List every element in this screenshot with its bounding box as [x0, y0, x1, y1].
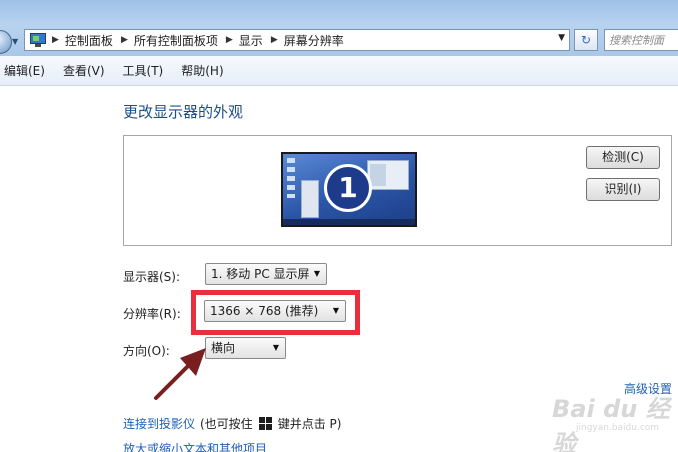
resolution-highlight-box — [191, 290, 360, 335]
orientation-select[interactable]: 横向 ▼ — [205, 337, 286, 359]
baidu-watermark: Bai du 经验 jingyan.baidu.com — [548, 385, 676, 452]
connect-projector-link[interactable]: 连接到投影仪 — [123, 415, 195, 432]
window-title-bar — [0, 0, 678, 26]
display-label: 显示器(S): — [123, 270, 181, 284]
menu-edit[interactable]: 编辑(E) — [0, 62, 54, 79]
display-select[interactable]: 1. 移动 PC 显示屏 ▼ — [205, 263, 327, 285]
menu-bar: 编辑(E) 查看(V) 工具(T) 帮助(H) — [0, 56, 678, 86]
resolution-label: 分辨率(R): — [123, 307, 181, 321]
detect-button[interactable]: 检测(C) — [586, 146, 660, 169]
history-dropdown-icon[interactable]: ▼ — [12, 37, 22, 47]
watermark-brand: Bai du 经验 — [552, 395, 670, 452]
address-bar[interactable]: ▶ 控制面板 ▶ 所有控制面板项 ▶ 显示 ▶ 屏幕分辨率 ▼ — [24, 29, 570, 51]
breadcrumb-chevron-icon[interactable]: ▶ — [271, 35, 278, 45]
menu-tools[interactable]: 工具(T) — [114, 62, 173, 79]
control-panel-icon — [30, 33, 46, 47]
breadcrumb-chevron-icon[interactable]: ▶ — [52, 35, 59, 45]
monitor-number-badge: 1 — [324, 164, 372, 212]
thumbnail-window — [367, 160, 409, 190]
desktop-icons — [287, 158, 295, 198]
search-box[interactable] — [604, 29, 678, 51]
breadcrumb-control-panel[interactable]: 控制面板 — [65, 32, 113, 49]
page-title: 更改显示器的外观 — [123, 103, 244, 121]
projector-hint-suffix: 键并点击 P) — [277, 417, 342, 431]
watermark-url: jingyan.baidu.com — [576, 423, 660, 433]
refresh-button[interactable]: ↻ — [574, 29, 598, 51]
monitor-thumbnail[interactable]: 1 — [281, 152, 417, 227]
display-select-value: 1. 移动 PC 显示屏 — [211, 267, 310, 281]
dropdown-arrow-icon: ▼ — [313, 269, 320, 278]
address-dropdown-icon[interactable]: ▼ — [558, 33, 565, 43]
breadcrumb-screen-resolution[interactable]: 屏幕分辨率 — [284, 32, 344, 49]
menu-help[interactable]: 帮助(H) — [172, 62, 232, 79]
breadcrumb-chevron-icon[interactable]: ▶ — [121, 35, 128, 45]
thumbnail-gadget — [301, 180, 319, 218]
breadcrumb-chevron-icon[interactable]: ▶ — [226, 35, 233, 45]
dropdown-arrow-icon: ▼ — [272, 343, 279, 352]
windows-logo-icon — [258, 417, 272, 430]
search-input[interactable] — [609, 31, 678, 49]
annotation-arrow-icon — [154, 348, 206, 400]
menu-view[interactable]: 查看(V) — [54, 62, 114, 79]
breadcrumb-display[interactable]: 显示 — [239, 32, 263, 49]
orientation-select-value: 横向 — [211, 341, 236, 355]
refresh-icon: ↻ — [580, 33, 592, 47]
zoom-text-link[interactable]: 放大或缩小文本和其他项目 — [123, 440, 267, 452]
thumbnail-taskbar — [283, 219, 415, 225]
projector-hint-prefix: (也可按住 — [200, 417, 253, 431]
identify-button[interactable]: 识别(I) — [586, 178, 660, 201]
projector-hint: (也可按住 键并点击 P) — [200, 415, 341, 432]
breadcrumb-all-items[interactable]: 所有控制面板项 — [134, 32, 218, 49]
